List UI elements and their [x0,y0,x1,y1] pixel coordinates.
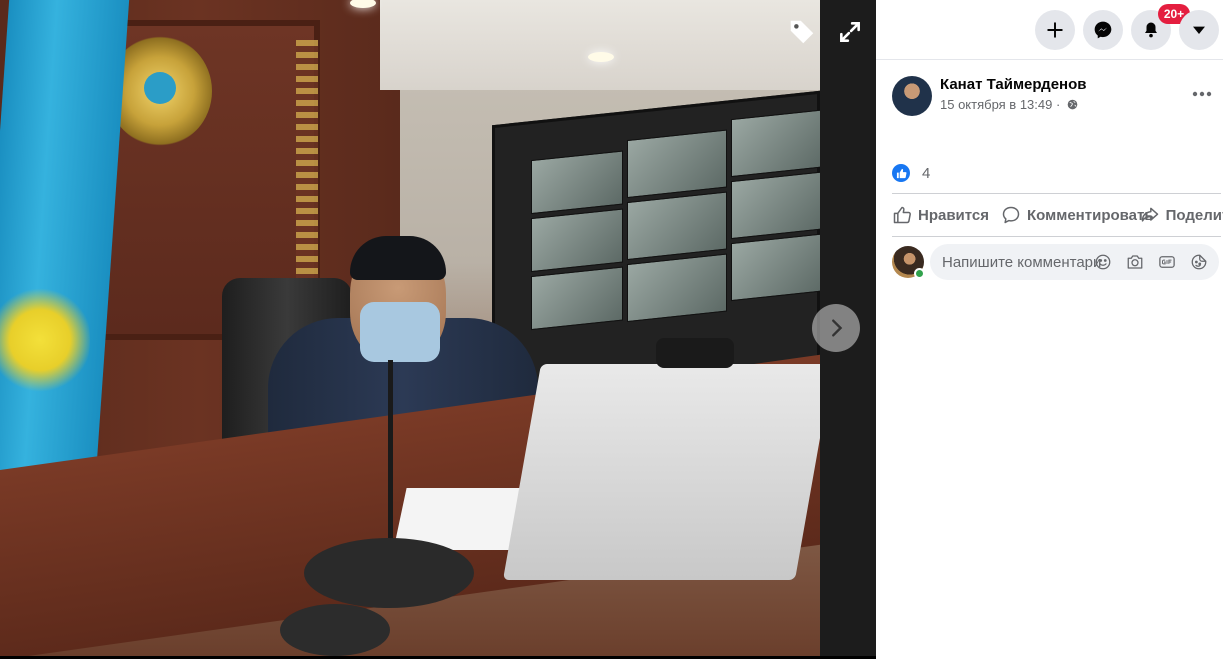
photo-video-tile [731,233,820,302]
sticker-icon [1191,254,1207,270]
like-label: Нравится [918,206,990,224]
author-avatar[interactable] [892,76,932,116]
photo-video-tile [627,191,727,261]
post-photo[interactable] [0,0,820,656]
photo-video-tile [531,266,623,331]
tag-photo-button[interactable] [784,14,820,50]
post-actions: Нравится Комментировать Поделиться [892,200,1223,230]
plus-icon [1047,22,1063,38]
divider [892,236,1221,237]
camera-icon [1127,255,1143,269]
comment-tools [1093,252,1209,272]
comment-composer[interactable] [930,244,1219,280]
divider [892,193,1221,194]
online-status-dot [914,268,925,279]
reactions-summary[interactable]: 4 [892,162,930,184]
photo-video-tile [531,150,623,215]
caret-down-icon [1193,26,1205,34]
gif-icon [1159,256,1175,268]
photo-face-mask [360,302,440,362]
post-options-button[interactable] [1188,82,1216,106]
photo-webcam [656,338,734,368]
comment-input[interactable] [942,253,1102,271]
post-timestamp[interactable]: 15 октября в 13:49 · [940,97,1078,112]
photo-button[interactable] [1125,252,1145,272]
sticker-button[interactable] [1189,252,1209,272]
share-button[interactable]: Поделиться [1140,205,1223,225]
tag-icon [790,20,814,44]
photo-viewer [0,0,876,659]
comment-label: Комментировать [1027,206,1154,224]
chevron-right-icon [832,319,843,337]
photo-monitor [502,364,820,580]
like-button[interactable]: Нравится [892,205,989,225]
photo-ceiling [380,0,820,90]
expand-icon [840,22,860,42]
bell-icon [1145,22,1157,38]
account-menu-button[interactable] [1179,10,1219,50]
more-icon [1192,91,1212,97]
gif-button[interactable] [1157,252,1177,272]
like-reaction-icon [892,164,910,182]
messenger-button[interactable] [1083,10,1123,50]
author-name[interactable]: Канат Таймерденов [940,76,1086,93]
top-bar: 20+ [876,0,1223,60]
comment-button[interactable]: Комментировать [1001,205,1154,225]
post-date-text: 15 октября в 13:49 · [940,97,1061,112]
photo-microphone-base [304,538,474,608]
photo-video-tile [731,171,820,240]
photo-video-tile [731,109,820,178]
globe-icon [1067,99,1078,110]
emoji-icon [1095,254,1111,270]
messenger-icon [1094,21,1112,39]
photo-person-hair [350,236,446,280]
photo-video-tile [627,253,727,323]
reaction-count: 4 [922,164,931,182]
comment-icon [1002,206,1020,224]
post-side-panel: 20+ Канат Таймерденов 15 октября в 13:49… [876,0,1223,659]
photo-video-tile [531,208,623,273]
photo-mouse [280,604,390,656]
share-icon [1141,207,1158,222]
fullscreen-button[interactable] [832,14,868,50]
emoji-button[interactable] [1093,252,1113,272]
next-photo-button[interactable] [812,304,860,352]
photo-ceiling-light [588,52,614,62]
share-label: Поделиться [1165,206,1223,224]
photo-video-tile [627,129,727,199]
thumbs-up-icon [893,206,911,224]
create-button[interactable] [1035,10,1075,50]
photo-ornament [296,40,318,280]
photo-microphone-stem [388,360,393,550]
